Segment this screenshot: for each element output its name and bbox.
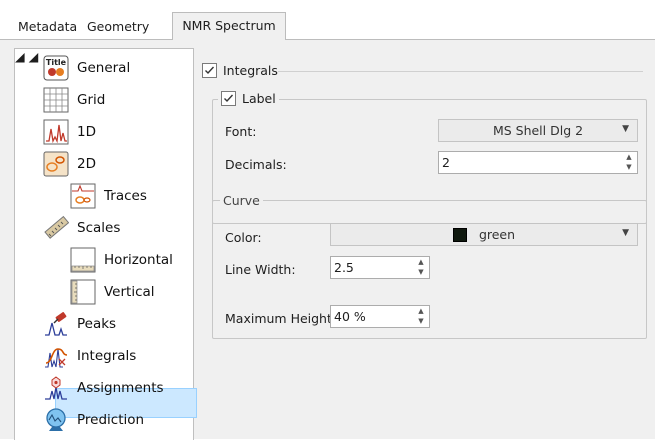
tab-nmr-spectrum[interactable]: NMR Spectrum — [172, 12, 286, 40]
chevron-down-icon: ▼ — [622, 124, 629, 134]
tree-item-prediction[interactable]: Prediction — [43, 405, 144, 435]
check-icon — [224, 94, 234, 103]
label-checkbox[interactable] — [221, 91, 236, 106]
tree-item-2d[interactable]: 2D — [43, 149, 96, 179]
tree-item-integrals[interactable]: Integrals — [43, 341, 136, 371]
check-icon — [205, 66, 215, 75]
tab-bar: Metadata Geometry NMR Spectrum — [0, 0, 655, 40]
integrals-header: Integrals — [202, 63, 278, 78]
chevron-down-icon: ▼ — [622, 228, 629, 238]
color-swatch — [452, 227, 467, 242]
ruler-icon — [43, 215, 70, 241]
grid-icon — [43, 87, 69, 113]
decimals-label: Decimals: — [225, 157, 287, 172]
decimals-spinbox[interactable]: 2 ▲ ▼ — [438, 151, 638, 174]
font-label: Font: — [225, 124, 257, 139]
tree-item-label: Peaks — [77, 316, 117, 332]
prediction-icon — [43, 407, 69, 433]
font-select-value: MS Shell Dlg 2 — [492, 123, 584, 138]
integrals-checkbox[interactable] — [202, 63, 217, 78]
integrals-separator — [278, 71, 643, 72]
traces-icon — [70, 183, 96, 209]
curve-group-title: Curve — [220, 193, 263, 208]
collapse-arrow-icon[interactable]: ◢ — [15, 49, 25, 64]
font-select[interactable]: MS Shell Dlg 2 ▼ — [438, 119, 638, 142]
color-select-value: green — [478, 227, 516, 242]
spin-arrows-icon[interactable]: ▲ ▼ — [416, 307, 426, 326]
max-height-value: 40 % — [334, 309, 366, 324]
decimals-value: 2 — [442, 155, 450, 170]
tree-item-label: Integrals — [77, 348, 137, 364]
tree-item-label: 1D — [77, 124, 96, 140]
spin-arrows-icon[interactable]: ▲ ▼ — [416, 258, 426, 277]
line-width-label: Line Width: — [225, 262, 296, 277]
tree-item-traces[interactable]: Traces — [70, 181, 147, 211]
tree-item-vertical[interactable]: Vertical — [70, 277, 155, 307]
spin-arrows-icon[interactable]: ▲ ▼ — [624, 153, 634, 172]
tree-item-label: Horizontal — [104, 252, 173, 268]
tree-item-label: Traces — [104, 188, 147, 204]
tree-item-label: Prediction — [77, 412, 145, 428]
tab-geometry[interactable]: Geometry — [87, 16, 149, 38]
line-width-value: 2.5 — [334, 260, 354, 275]
spectrum-2d-icon — [43, 151, 69, 177]
tree-item-general[interactable]: Title General — [43, 53, 130, 83]
color-label: Color: — [225, 230, 262, 245]
tree-item-label: Vertical — [104, 284, 155, 300]
svg-text:Title: Title — [46, 58, 67, 67]
tree-item-label: General — [77, 60, 131, 76]
tree-item-horizontal[interactable]: Horizontal — [70, 245, 173, 275]
line-width-spinbox[interactable]: 2.5 ▲ ▼ — [330, 256, 430, 279]
color-select[interactable]: green ▼ — [330, 223, 638, 246]
assignments-icon — [43, 375, 69, 401]
peaks-icon — [43, 311, 69, 337]
tree-item-assignments[interactable]: Assignments — [43, 373, 164, 403]
tree-item-label: Assignments — [77, 380, 164, 396]
tree-item-label: Scales — [77, 220, 121, 236]
max-height-label: Maximum Height: — [225, 311, 337, 326]
spectrum-1d-icon — [43, 119, 69, 145]
max-height-spinbox[interactable]: 40 % ▲ ▼ — [330, 305, 430, 328]
integrals-icon — [43, 343, 69, 369]
label-group-title: Label — [242, 91, 276, 106]
integrals-label: Integrals — [223, 63, 278, 78]
label-group-header: Label — [218, 91, 279, 106]
tree-item-1d[interactable]: 1D — [43, 117, 96, 147]
tree-item-label: Grid — [77, 92, 106, 108]
vertical-scale-icon — [70, 279, 96, 305]
integrals-settings: Integrals Label Font: MS Shell Dlg 2 ▼ D… — [190, 40, 655, 439]
tree-item-peaks[interactable]: Peaks — [43, 309, 116, 339]
title-icon: Title — [43, 55, 69, 81]
tree-item-scales[interactable]: Scales — [43, 213, 120, 243]
tree-item-label: 2D — [77, 156, 96, 172]
collapse-arrow-icon[interactable]: ◢ — [29, 49, 39, 64]
horizontal-scale-icon — [70, 247, 96, 273]
tab-metadata[interactable]: Metadata — [18, 16, 77, 38]
tree-item-grid[interactable]: Grid — [43, 85, 105, 115]
settings-tree[interactable]: Title General Grid 1D ◢ 2D Traces ◢ Scal… — [14, 48, 197, 440]
